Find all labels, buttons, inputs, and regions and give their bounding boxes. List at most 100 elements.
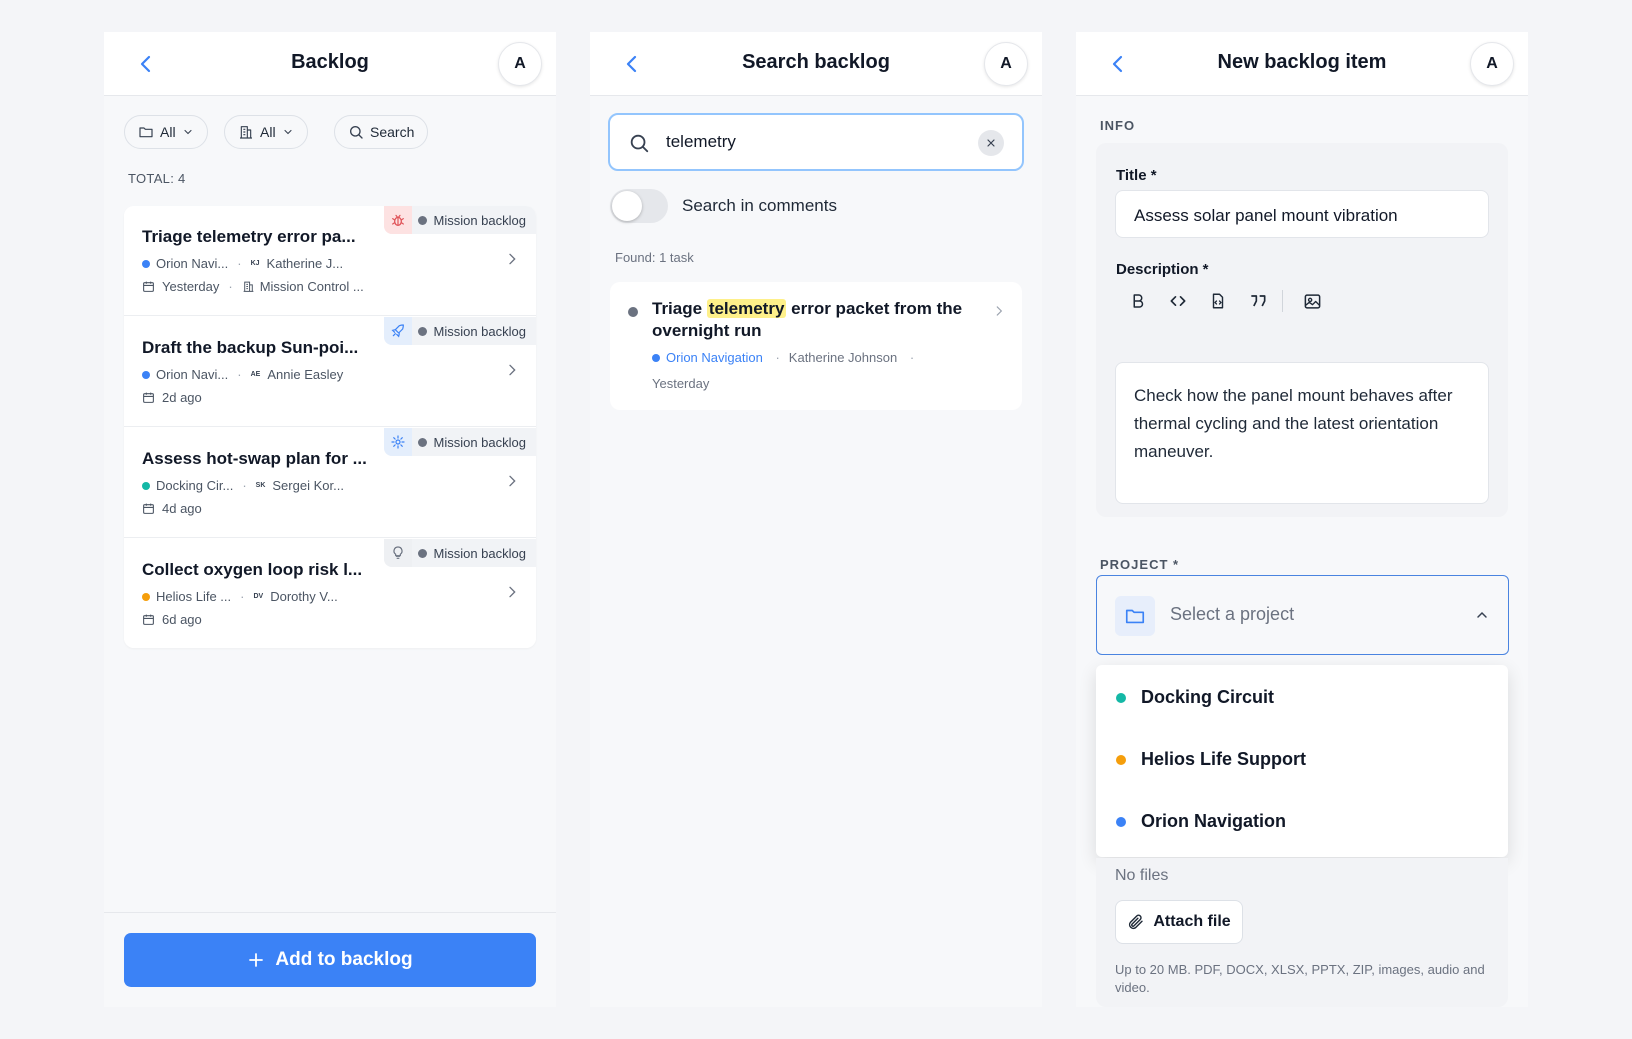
item-tag: Mission backlog xyxy=(383,317,536,345)
attach-file-button[interactable]: Attach file xyxy=(1115,900,1243,944)
project-dot xyxy=(142,481,150,490)
search-result-item[interactable]: Triage telemetry error packet from the o… xyxy=(610,282,1022,410)
bug-icon xyxy=(383,206,412,234)
description-field[interactable]: Check how the panel mount behaves after … xyxy=(1115,362,1489,504)
backlog-item[interactable]: Assess hot-swap plan for ... Docking Cir… xyxy=(124,428,536,538)
assignee-name: Dorothy V... xyxy=(270,589,338,604)
folder-icon xyxy=(139,127,153,138)
building-icon xyxy=(243,281,254,292)
search-input[interactable]: telemetry xyxy=(608,113,1024,171)
calendar-icon xyxy=(143,392,154,403)
plus-icon xyxy=(249,953,264,967)
search-icon xyxy=(630,134,649,153)
search-in-comments-toggle[interactable] xyxy=(610,189,668,223)
quote-icon[interactable] xyxy=(1246,289,1270,313)
separator: · xyxy=(240,589,245,604)
result-assignee: Katherine Johnson xyxy=(788,350,898,365)
item-meta: Docking Cir... · SK Sergei Kor... xyxy=(142,478,344,493)
file-code-icon[interactable] xyxy=(1206,289,1230,313)
assignee-name: Annie Easley xyxy=(267,367,344,382)
search-chip[interactable]: Search xyxy=(334,115,429,149)
lightbulb-icon xyxy=(383,539,412,567)
search-chip-label: Search xyxy=(370,124,415,140)
item-tag: Mission backlog xyxy=(383,428,536,456)
item-date: 4d ago xyxy=(162,501,202,516)
project-dot xyxy=(652,354,660,362)
tag-label: Mission backlog xyxy=(433,545,527,561)
image-icon[interactable] xyxy=(1300,289,1324,313)
project-option-orion-navigation[interactable]: Orion Navigation xyxy=(1116,811,1286,832)
tag-label: Mission backlog xyxy=(433,323,527,339)
backlog-item[interactable]: Collect oxygen loop risk l... Helios Lif… xyxy=(124,539,536,648)
avatar[interactable]: A xyxy=(984,42,1028,86)
chevron-up-icon xyxy=(1477,611,1487,618)
search-panel: Search backlog A telemetry Search in com… xyxy=(590,32,1042,1007)
building-filter-chip[interactable]: All xyxy=(224,115,308,149)
building-filter-label: All xyxy=(260,124,276,140)
item-title: Draft the backup Sun-poi... xyxy=(142,338,359,357)
item-date-row: 6d ago xyxy=(142,612,202,627)
result-date: Yesterday xyxy=(652,376,710,391)
chevron-right-icon xyxy=(509,475,516,487)
project-dot xyxy=(1116,816,1126,827)
assignee-name: Katherine J... xyxy=(266,256,344,271)
item-meta: Orion Navi... · AE Annie Easley xyxy=(142,367,343,382)
description-value: Check how the panel mount behaves after … xyxy=(1134,386,1453,461)
separator: · xyxy=(228,279,233,294)
folder-filter-chip[interactable]: All xyxy=(124,115,208,149)
result-project: Orion Navigation xyxy=(666,350,763,365)
calendar-icon xyxy=(143,281,154,292)
search-highlight: telemetry xyxy=(706,299,787,318)
new-item-panel: New backlog item A INFO Title * Assess s… xyxy=(1076,32,1528,1007)
toolbar-divider xyxy=(1282,290,1283,312)
search-icon xyxy=(350,126,363,139)
total-count: TOTAL: 4 xyxy=(128,171,186,186)
folder-filter-label: All xyxy=(160,124,176,140)
paperclip-icon xyxy=(1129,914,1144,930)
item-title: Triage telemetry error pa... xyxy=(142,227,356,246)
project-dropdown: Docking Circuit Helios Life Support Orio… xyxy=(1096,665,1508,857)
gear-icon xyxy=(383,428,412,456)
item-tag: Mission backlog xyxy=(383,539,536,567)
clear-search-button[interactable] xyxy=(978,130,1004,156)
code-icon[interactable] xyxy=(1166,289,1190,313)
project-select[interactable]: Select a project xyxy=(1096,575,1509,655)
title-field[interactable]: Assess solar panel mount vibration xyxy=(1115,190,1489,238)
backlog-item[interactable]: Draft the backup Sun-poi... Orion Navi..… xyxy=(124,317,536,427)
bold-icon[interactable] xyxy=(1126,289,1150,313)
item-date: Yesterday xyxy=(162,279,220,294)
toggle-knob xyxy=(612,191,642,221)
option-label: Helios Life Support xyxy=(1141,749,1307,769)
tag-dot xyxy=(417,326,427,336)
building-icon xyxy=(240,126,252,139)
add-to-backlog-button[interactable]: Add to backlog xyxy=(124,933,536,987)
chevron-down-icon xyxy=(184,129,192,135)
info-section-label: INFO xyxy=(1100,118,1136,133)
chevron-right-icon xyxy=(996,306,1003,316)
item-date-row: 4d ago xyxy=(142,501,202,516)
item-date-row: 2d ago xyxy=(142,390,202,405)
item-date: 2d ago xyxy=(162,390,202,405)
status-dot xyxy=(628,307,638,317)
separator: · xyxy=(775,350,780,365)
backlog-item[interactable]: Triage telemetry error pa... Orion Navi.… xyxy=(124,206,536,316)
attach-hint: Up to 20 MB. PDF, DOCX, XLSX, PPTX, ZIP,… xyxy=(1115,962,1485,995)
assignee-initials: SK xyxy=(255,482,266,489)
result-title: Triage telemetry error packet from the o… xyxy=(652,298,972,342)
project-option-helios-life-support[interactable]: Helios Life Support xyxy=(1116,749,1306,770)
project-name: Orion Navi... xyxy=(156,367,229,382)
tag-dot xyxy=(417,215,427,225)
assignee-initials: AE xyxy=(250,371,261,378)
title-value: Assess solar panel mount vibration xyxy=(1134,206,1398,225)
separator: · xyxy=(909,350,915,365)
item-location: Mission Control ... xyxy=(259,279,364,294)
project-dot xyxy=(1116,754,1126,765)
calendar-icon xyxy=(143,614,154,625)
avatar[interactable]: A xyxy=(1470,42,1514,86)
project-option-docking-circuit[interactable]: Docking Circuit xyxy=(1116,687,1274,708)
assignee-initials: DV xyxy=(253,593,264,600)
tag-label: Mission backlog xyxy=(433,434,527,450)
no-files-text: No files xyxy=(1115,867,1169,884)
avatar[interactable]: A xyxy=(498,42,542,86)
item-meta: Orion Navi... · KJ Katherine J... xyxy=(142,256,343,271)
